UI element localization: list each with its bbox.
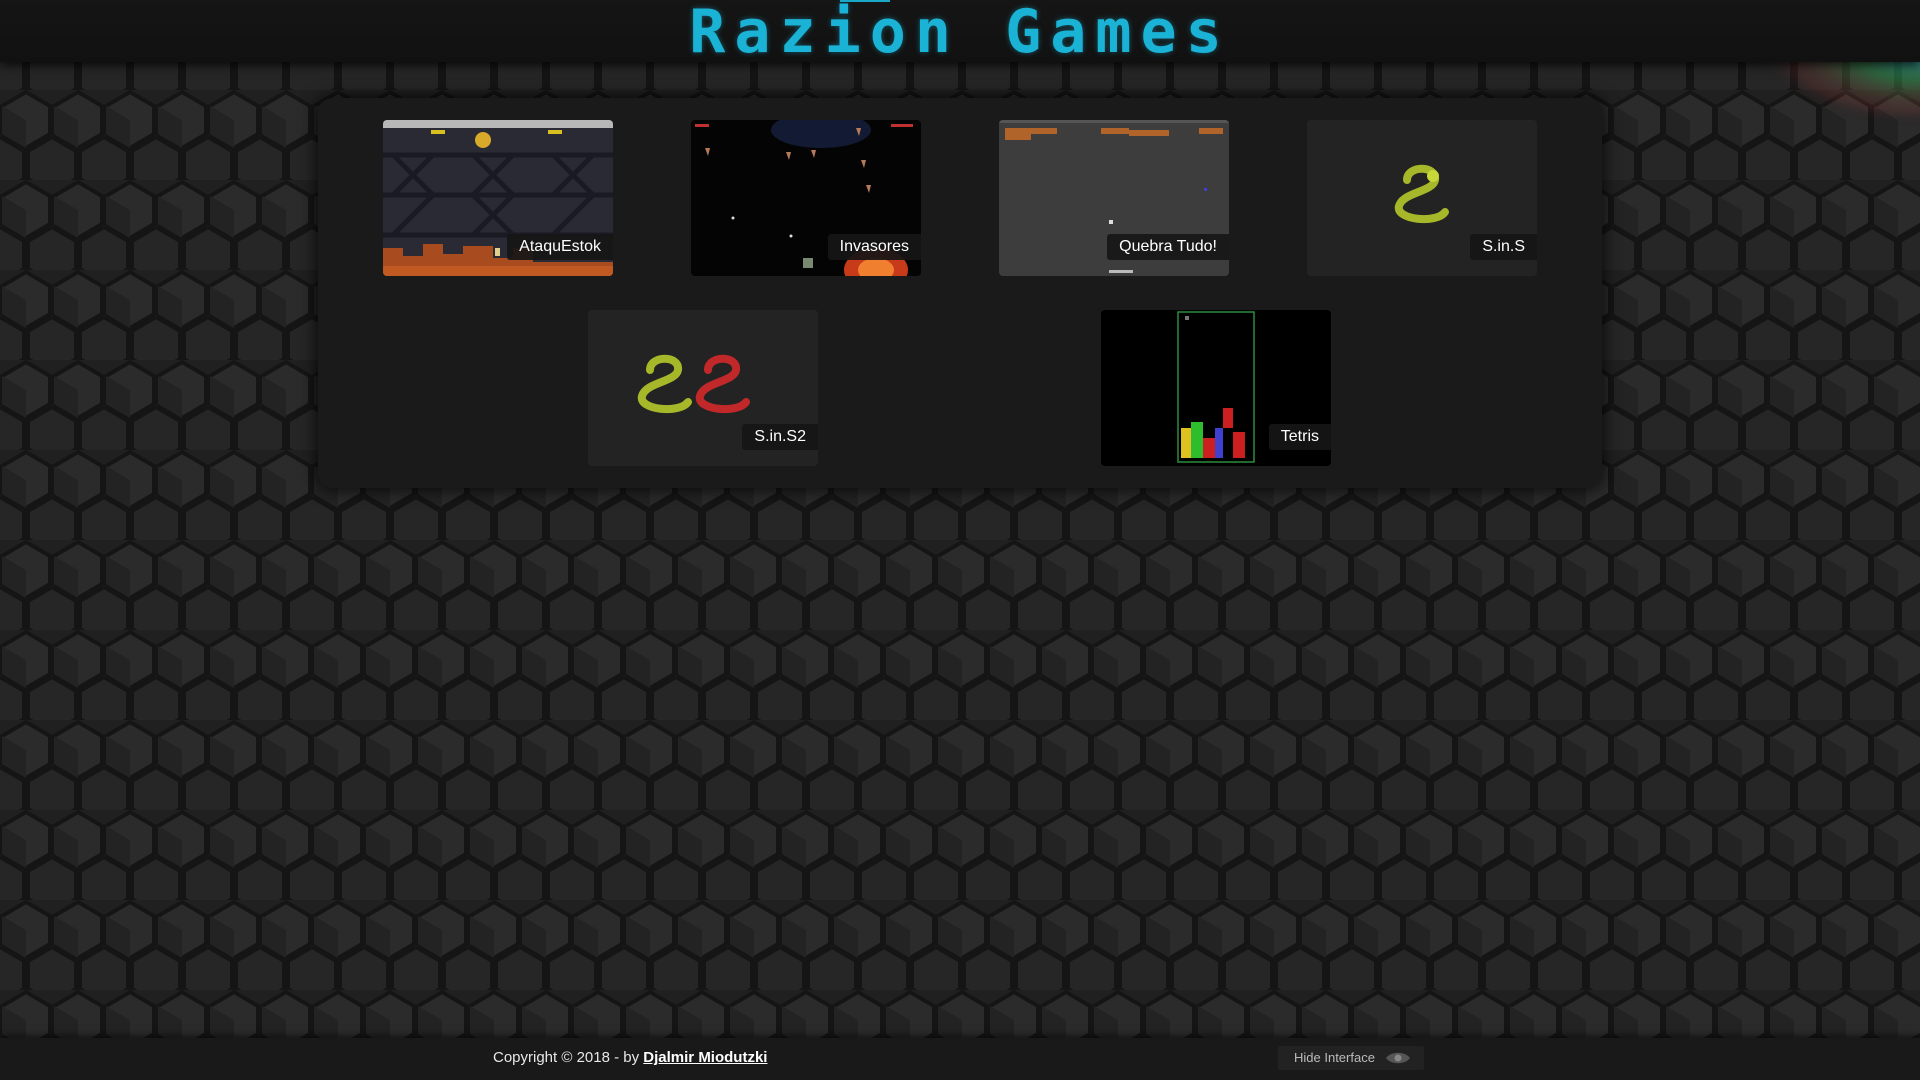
game-title: Tetris <box>1268 424 1331 450</box>
game-title: S.in.S2 <box>742 424 818 450</box>
game-title: Invasores <box>827 234 921 260</box>
eye-icon <box>1386 1052 1410 1064</box>
page: Razion Games AtaquEstok Invasores Quebra… <box>0 0 1920 1080</box>
hide-interface-button[interactable]: Hide Interface <box>1278 1046 1424 1070</box>
author-link[interactable]: Djalmir Miodutzki <box>643 1049 767 1066</box>
game-card-sins[interactable]: S.in.S <box>1307 120 1537 276</box>
game-title: S.in.S <box>1470 234 1537 260</box>
copyright-text: Copyright © 2018 - by <box>493 1049 644 1066</box>
game-card-sins2[interactable]: S.in.S2 <box>588 310 818 466</box>
copyright-notice: Copyright © 2018 - by Djalmir Miodutzki <box>493 1049 767 1066</box>
game-card-ataquestok[interactable]: AtaquEstok <box>383 120 613 276</box>
footer: Copyright © 2018 - by Djalmir Miodutzki … <box>0 1038 1920 1080</box>
game-card-quebra-tudo[interactable]: Quebra Tudo! <box>999 120 1229 276</box>
hide-interface-label: Hide Interface <box>1294 1050 1375 1065</box>
game-title: Quebra Tudo! <box>1107 234 1229 260</box>
site-logo[interactable]: Razion Games <box>0 2 1920 62</box>
header-bar: Razion Games <box>0 0 1920 62</box>
game-card-tetris[interactable]: Tetris <box>1101 310 1331 466</box>
game-title: AtaquEstok <box>507 234 613 260</box>
game-card-invasores[interactable]: Invasores <box>691 120 921 276</box>
games-panel: AtaquEstok Invasores Quebra Tudo! S.in.S… <box>318 98 1602 488</box>
